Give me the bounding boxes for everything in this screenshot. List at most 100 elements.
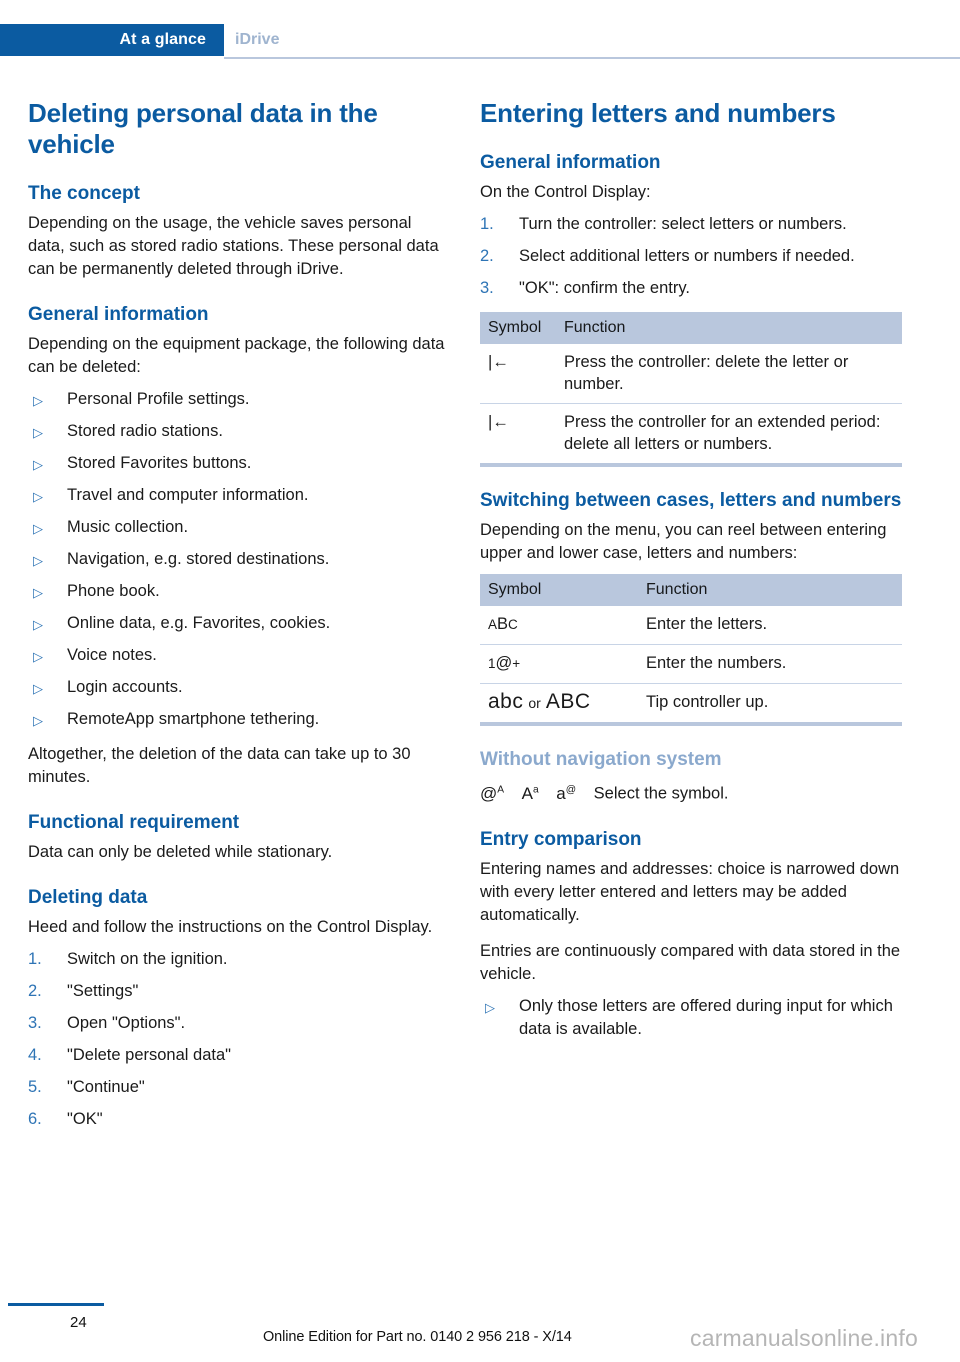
- deletable-data-list: ▷ Personal Profile settings. ▷ Stored radi…: [28, 388, 448, 731]
- footer-divider: [8, 1303, 104, 1306]
- list-item: ▷ Personal Profile settings.: [28, 388, 448, 411]
- list-item-label: Only those letters are offered during in…: [519, 996, 893, 1038]
- table-cell-function: Press the controller: delete the letter …: [556, 344, 902, 404]
- column-header-function: Function: [638, 574, 902, 606]
- triangle-bullet-icon: ▷: [33, 393, 43, 408]
- uppercase-lowercase-icon: Aa: [522, 784, 539, 803]
- symbol-superscript: @: [565, 784, 577, 795]
- step-number: 2.: [480, 247, 494, 265]
- step-label: Turn the controller: select letters or n…: [519, 215, 847, 233]
- list-item-label: Online data, e.g. Favorites, cookies.: [67, 614, 331, 632]
- list-item-label: Phone book.: [67, 582, 160, 600]
- triangle-bullet-icon: ▷: [33, 649, 43, 664]
- list-item-label: Stored Favorites buttons.: [67, 454, 252, 472]
- list-item: ▷ Stored radio stations.: [28, 420, 448, 443]
- table-cell-function: Tip controller up.: [638, 683, 902, 726]
- without-nav-symbol-line: @A Aa a@ Select the symbol.: [480, 778, 902, 806]
- list-item: ▷ Music collection.: [28, 516, 448, 539]
- list-item: ▷ RemoteApp smartphone tethering.: [28, 708, 448, 731]
- triangle-bullet-icon: ▷: [33, 457, 43, 472]
- symbol-part-c: C: [508, 617, 518, 632]
- list-item: 1. Switch on the ignition.: [28, 948, 448, 971]
- triangle-bullet-icon: ▷: [33, 585, 43, 600]
- list-item: ▷ Navigation, e.g. stored destinations.: [28, 548, 448, 571]
- step-label: "OK": confirm the entry.: [519, 279, 690, 297]
- page-number: 24: [70, 1314, 87, 1331]
- step-number: 4.: [28, 1046, 42, 1064]
- table-row: ABC Enter the letters.: [480, 606, 902, 645]
- step-number: 2.: [28, 982, 42, 1000]
- list-item: ▷ Login accounts.: [28, 676, 448, 699]
- right-chapter-title: Entering letters and numbers: [480, 98, 836, 128]
- table-row: 1@+ Enter the numbers.: [480, 644, 902, 684]
- triangle-bullet-icon: ▷: [33, 713, 43, 728]
- symbol-base: A: [521, 783, 533, 803]
- abc-uppercase-icon: ABC: [480, 606, 638, 645]
- heading-entry-comparison: Entry comparison: [480, 828, 642, 850]
- backspace-icon: |←: [480, 344, 556, 404]
- case-switch-symbol-table: Symbol Function ABC Enter the letters. 1…: [480, 574, 902, 726]
- list-item: 5. "Continue": [28, 1076, 448, 1099]
- list-item: 3. "OK": confirm the entry.: [480, 277, 902, 300]
- heading-switching-cases: Switching between cases, letters and num…: [480, 490, 902, 511]
- list-item: 2. Select additional letters or numbers i…: [480, 245, 902, 268]
- step-number: 3.: [480, 279, 494, 297]
- numbers-symbols-icon: 1@+: [480, 644, 638, 684]
- symbol-superscript: A: [497, 784, 505, 795]
- heading-the-concept: The concept: [28, 183, 140, 204]
- list-item: ▷ Travel and computer information.: [28, 484, 448, 507]
- paragraph-deleting-data: Heed and follow the instructions on the …: [28, 918, 433, 936]
- list-item: 4. "Delete personal data": [28, 1044, 448, 1067]
- triangle-bullet-icon: ▷: [33, 617, 43, 632]
- symbol-superscript: a: [533, 784, 539, 795]
- column-header-symbol: Symbol: [480, 574, 638, 606]
- paragraph-general-information: Depending on the equipment package, the …: [28, 335, 445, 376]
- step-label: Switch on the ignition.: [67, 950, 228, 968]
- paragraph-entry-comparison-2: Entries are continuously compared with d…: [480, 941, 901, 983]
- right-column: Entering letters and numbers General inf…: [480, 98, 902, 1053]
- triangle-bullet-icon: ▷: [485, 999, 495, 1015]
- list-item: ▷ Only those letters are offered during i…: [480, 995, 902, 1041]
- heading-general-information: General information: [28, 304, 209, 325]
- edition-notice: Online Edition for Part no. 0140 2 956 2…: [263, 1329, 572, 1345]
- heading-entering-general-information: General information: [480, 152, 661, 173]
- symbol-part-b: or: [528, 695, 541, 711]
- step-number: 1.: [480, 215, 494, 233]
- deleting-data-steps: 1. Switch on the ignition. 2. "Settings" 3…: [28, 948, 448, 1131]
- header-chapter-tab: At a glance: [0, 24, 224, 56]
- table-cell-function: Enter the letters.: [638, 606, 902, 645]
- entering-steps: 1. Turn the controller: select letters or…: [480, 213, 902, 300]
- step-label: "OK": [67, 1110, 103, 1128]
- lowercase-at-icon: a@: [556, 784, 576, 803]
- table-cell-function: Press the controller for an extended per…: [556, 403, 902, 467]
- symbol-part-c: ABC: [545, 690, 591, 713]
- list-item: ▷ Voice notes.: [28, 644, 448, 667]
- triangle-bullet-icon: ▷: [33, 489, 43, 504]
- table-header-row: Symbol Function: [480, 312, 902, 344]
- step-number: 6.: [28, 1110, 42, 1128]
- paragraph-control-display: On the Control Display:: [480, 183, 651, 201]
- symbol-part-a: abc: [488, 690, 524, 713]
- list-item-label: Music collection.: [67, 518, 189, 536]
- symbol-part-a: 1: [488, 656, 496, 671]
- symbol-base: a: [556, 783, 566, 803]
- paragraph-deletion-duration: Altogether, the deletion of the data can…: [28, 745, 411, 786]
- list-item-label: Personal Profile settings.: [67, 390, 250, 408]
- table-row: |← Press the controller for an extended …: [480, 403, 902, 467]
- list-item: 3. Open "Options".: [28, 1012, 448, 1035]
- table-header-row: Symbol Function: [480, 574, 902, 606]
- list-item-label: Navigation, e.g. stored destinations.: [67, 550, 330, 568]
- table-row: |← Press the controller: delete the lett…: [480, 344, 902, 404]
- watermark: carmanualsonline.info: [690, 1325, 918, 1351]
- step-label: Open "Options".: [67, 1014, 186, 1032]
- list-item: 2. "Settings": [28, 980, 448, 1003]
- triangle-bullet-icon: ▷: [33, 681, 43, 696]
- at-uppercase-icon: @A: [480, 784, 504, 803]
- list-item-label: Travel and computer information.: [67, 486, 309, 504]
- without-nav-instruction: Select the symbol.: [593, 784, 729, 803]
- header-topic-label: iDrive: [235, 31, 280, 48]
- paragraph-functional-requirement: Data can only be deleted while stationar…: [28, 843, 333, 861]
- symbol-part-a: A: [488, 617, 498, 632]
- step-label: Select additional letters or numbers if …: [519, 247, 855, 265]
- step-label: "Settings": [67, 982, 139, 1000]
